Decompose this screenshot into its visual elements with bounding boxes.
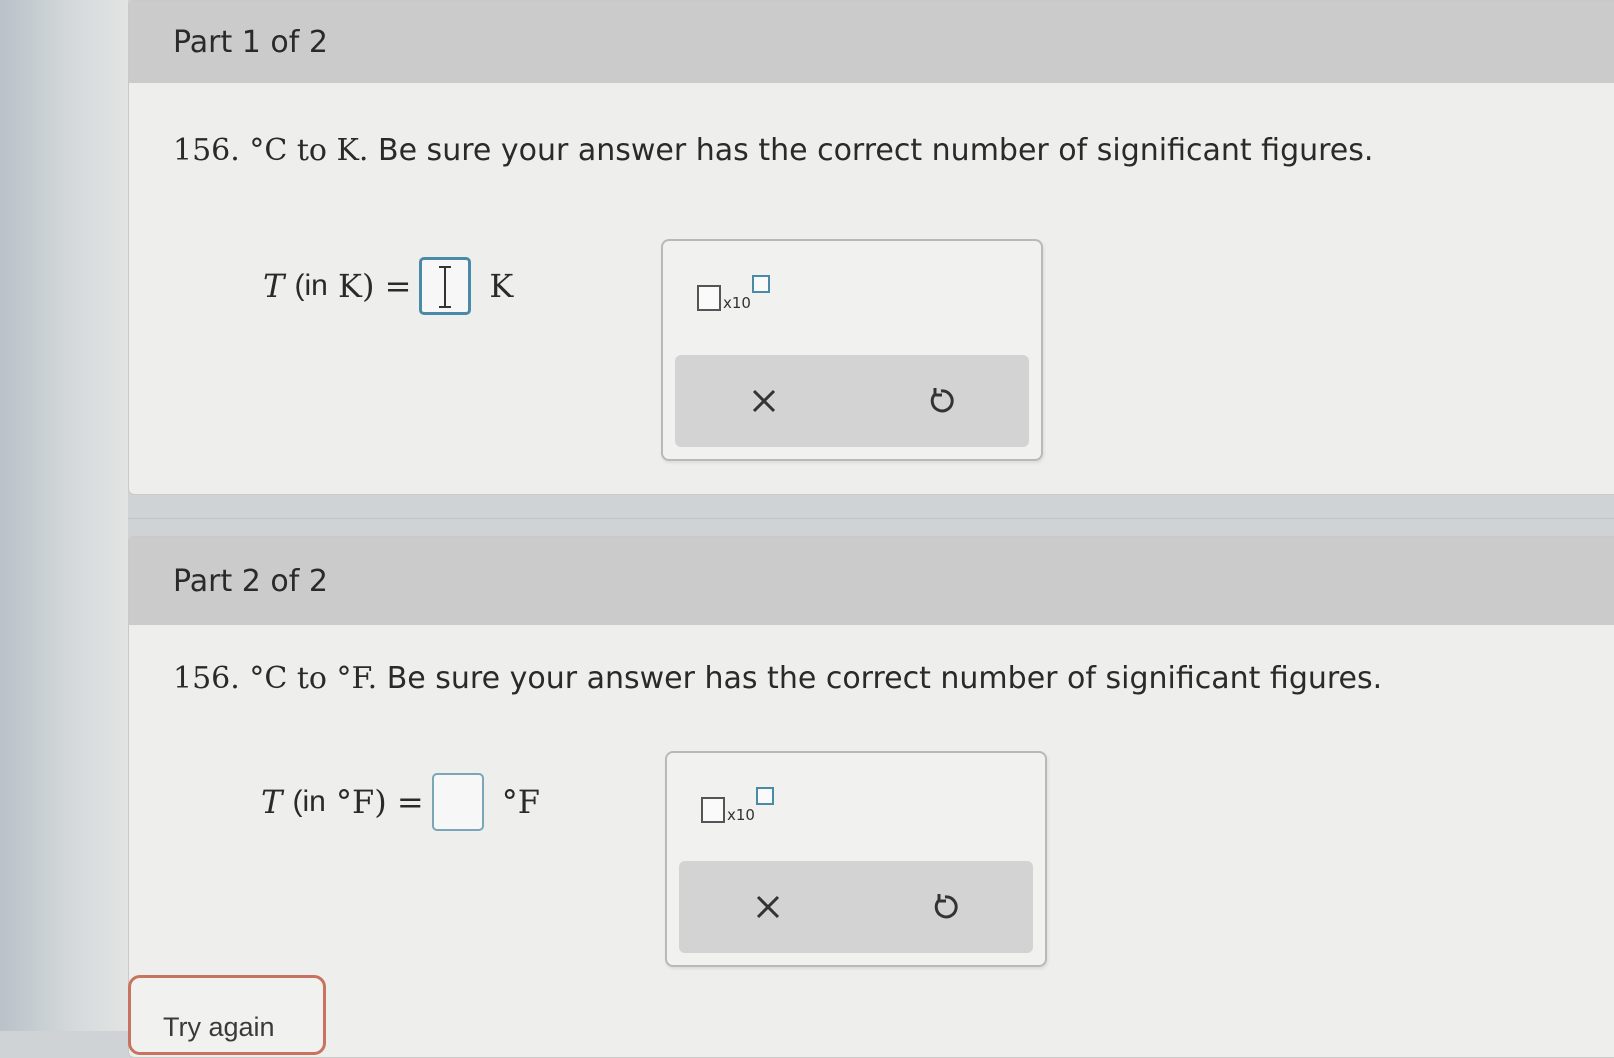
question-instruction: Be sure your answer has the correct numb… xyxy=(377,133,1374,168)
equation-unit: K xyxy=(489,267,514,305)
equation-equals: = xyxy=(396,783,424,821)
question-number: 156. xyxy=(173,133,240,168)
undo-button[interactable] xyxy=(856,861,1033,953)
part-1-equation: T (in K) = K xyxy=(263,257,513,315)
part-2-title: Part 2 of 2 xyxy=(173,563,328,599)
fahrenheit-answer-input[interactable] xyxy=(431,773,484,831)
section-divider xyxy=(128,518,1614,519)
undo-icon xyxy=(930,388,954,413)
question-instruction: Be sure your answer has the correct numb… xyxy=(386,661,1383,696)
equation-in-label: (in xyxy=(292,785,326,818)
text-cursor xyxy=(439,266,452,308)
part-1-question: 156. °C to K. Be sure your answer has th… xyxy=(173,133,1373,168)
part-2-header: Part 2 of 2 xyxy=(129,537,1614,625)
clear-button[interactable] xyxy=(679,861,856,953)
toolbox-actions xyxy=(675,355,1029,447)
exponent-box-icon xyxy=(751,275,770,293)
part-2-question: 156. °C to °F. Be sure your answer has t… xyxy=(173,661,1382,696)
part-2-panel: Part 2 of 2 156. °C to °F. Be sure your … xyxy=(128,536,1614,1058)
scientific-notation-button[interactable]: x10 xyxy=(697,275,770,311)
equation-in-label: (in xyxy=(294,269,328,302)
left-margin xyxy=(0,0,128,1031)
try-again-button[interactable]: Try again xyxy=(128,975,326,1055)
exponent-box-icon xyxy=(755,787,774,805)
question-conversion: °C to °F. xyxy=(249,661,378,696)
question-conversion: °C to K. xyxy=(249,133,369,168)
try-again-label: Try again xyxy=(163,1012,275,1042)
kelvin-answer-input[interactable] xyxy=(419,257,472,315)
question-number: 156. xyxy=(173,661,240,696)
part-1-header: Part 1 of 2 xyxy=(129,1,1614,83)
part-1-title: Part 1 of 2 xyxy=(173,24,328,60)
part-2-toolbox: x10 xyxy=(665,751,1047,967)
close-icon xyxy=(756,895,779,919)
clear-button[interactable] xyxy=(675,355,852,447)
undo-icon xyxy=(934,894,958,919)
equation-variable: T xyxy=(261,783,283,821)
undo-button[interactable] xyxy=(852,355,1029,447)
equation-unit-in: K) xyxy=(338,267,375,305)
x10-label: x10 xyxy=(727,806,755,824)
part-1-toolbox: x10 xyxy=(661,239,1043,461)
equation-variable: T xyxy=(263,267,285,305)
mantissa-box-icon xyxy=(701,797,725,823)
scientific-notation-button[interactable]: x10 xyxy=(701,787,774,823)
part-1-panel: Part 1 of 2 156. °C to K. Be sure your a… xyxy=(128,0,1614,495)
part-2-equation: T (in °F) = °F xyxy=(261,773,540,831)
equation-equals: = xyxy=(384,267,412,305)
equation-unit: °F xyxy=(501,783,540,821)
mantissa-box-icon xyxy=(697,285,721,311)
x10-label: x10 xyxy=(723,294,751,312)
toolbox-actions xyxy=(679,861,1033,953)
equation-unit-in: °F) xyxy=(336,783,387,821)
close-icon xyxy=(752,389,775,413)
